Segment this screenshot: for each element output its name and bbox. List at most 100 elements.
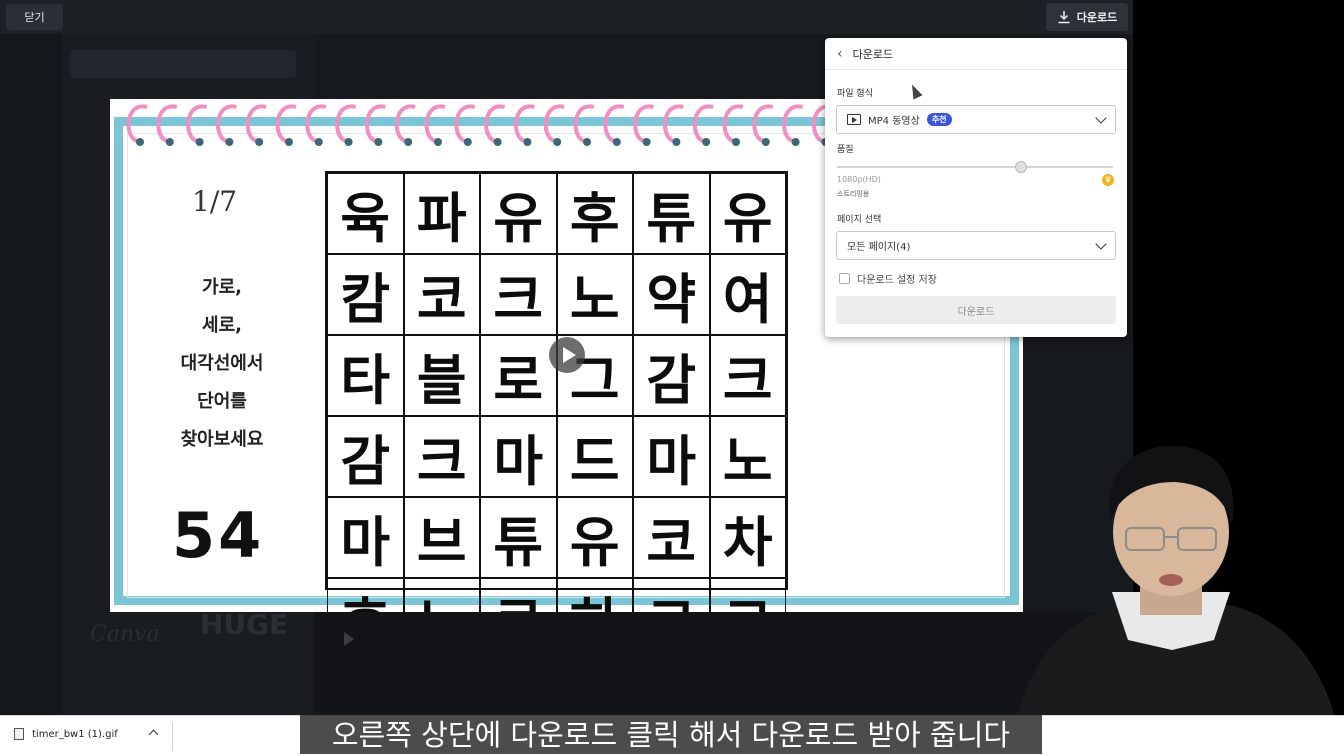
spiral-ring: [156, 104, 178, 143]
instruction-line: 단어를: [197, 391, 247, 412]
file-icon: [14, 728, 24, 740]
spiral-ring: [514, 104, 535, 143]
instruction-line: 대각선에서: [180, 353, 264, 374]
spiral-hole: [136, 138, 144, 146]
spiral-hole: [374, 138, 383, 146]
spiral-ring: [573, 104, 595, 143]
quality-slider-track[interactable]: [837, 166, 1113, 168]
grid-cell: 블: [403, 335, 480, 416]
timeline-play-icon[interactable]: [344, 632, 354, 646]
instruction-line: 찾아보세요: [180, 429, 264, 450]
grid-cell: 후: [556, 173, 633, 254]
spiral-hole: [255, 138, 264, 146]
download-file-item[interactable]: timer_bw1 (1).gif: [14, 728, 118, 740]
grid-cell: 드: [556, 416, 633, 497]
spiral-ring: [722, 104, 744, 143]
chevron-up-icon[interactable]: [148, 729, 159, 740]
spiral-ring: [216, 104, 237, 143]
search-input[interactable]: [70, 50, 296, 78]
spiral-ring: [484, 104, 506, 143]
spiral-ring: [454, 104, 476, 143]
instructions: 가로, 세로, 대각선에서 단어를 찾아보세요: [148, 269, 296, 459]
grid-cell: 마: [327, 497, 404, 578]
spiral-ring: [424, 104, 446, 143]
crown-icon: ♛: [1102, 174, 1114, 186]
grid-cell: 하: [556, 578, 633, 612]
grid-cell: 캄: [327, 254, 404, 335]
left-rail: [0, 34, 62, 715]
spiral-ring: [365, 104, 386, 143]
grid-cell: 차: [709, 497, 786, 578]
grid-cell: 후: [327, 578, 404, 612]
save-settings-row[interactable]: 다운로드 설정 저장: [839, 271, 937, 286]
grid-cell: 약: [633, 254, 710, 335]
quality-slider-knob[interactable]: [1015, 161, 1027, 173]
spiral-ring: [126, 104, 148, 143]
spiral-ring: [603, 104, 625, 143]
spiral-ring: [663, 104, 684, 143]
video-icon: [847, 114, 861, 125]
spiral-hole: [553, 138, 562, 146]
spiral-hole: [314, 138, 323, 146]
spiral-hole: [195, 138, 204, 146]
grid-cell: 로: [480, 578, 557, 612]
quality-label: 품질: [837, 145, 854, 155]
brand-logo-left: Canva: [90, 622, 160, 647]
spiral-hole: [583, 138, 591, 146]
recommended-badge: 추천: [926, 113, 952, 126]
spiral-hole: [344, 138, 353, 146]
play-icon: [562, 347, 576, 363]
grid-cell: 크: [403, 416, 480, 497]
instruction-line: 세로,: [202, 315, 242, 336]
grid-cell: 마: [480, 416, 557, 497]
page-select[interactable]: 모든 페이지(4): [836, 231, 1116, 260]
spiral-hole: [285, 138, 293, 146]
spiral-hole: [434, 138, 442, 146]
spiral-ring: [186, 104, 208, 143]
grid-cell: 여: [709, 254, 786, 335]
grid-cell: 크: [709, 335, 786, 416]
grid-cell: 노: [556, 254, 633, 335]
quality-value: 1080p(HD): [837, 175, 881, 184]
spiral-hole: [702, 138, 711, 146]
panel-download-button[interactable]: 다운로드: [836, 296, 1116, 324]
grid-cell: 파: [403, 173, 480, 254]
grid-cell: 튜: [633, 173, 710, 254]
spiral-hole: [463, 138, 472, 146]
download-panel: ‹ 다운로드 파일 형식 MP4 동영상 추천 품질 ♛ 1080p(HD) 스…: [825, 38, 1127, 337]
spiral-ring: [335, 104, 357, 143]
grid-cell: 로: [480, 335, 557, 416]
page-select-value: 모든 페이지(4): [847, 242, 911, 253]
download-top-label: 다운로드: [1076, 11, 1118, 24]
spiral-hole: [791, 138, 800, 146]
download-top-button[interactable]: 다운로드: [1046, 3, 1128, 31]
spiral-hole: [165, 138, 174, 146]
brand-logo-right: HUGE: [200, 608, 289, 641]
grid-cell: 유: [556, 497, 633, 578]
spiral-hole: [642, 138, 651, 146]
spiral-ring: [782, 104, 804, 143]
save-settings-checkbox[interactable]: [839, 273, 850, 284]
spiral-hole: [761, 138, 770, 146]
chevron-down-icon: [1095, 238, 1107, 250]
grid-cell: 감: [327, 416, 404, 497]
spiral-ring: [305, 104, 327, 143]
countdown-timer: 54: [172, 499, 265, 572]
spiral-hole: [612, 138, 621, 146]
grid-cell: 코: [709, 578, 786, 612]
chevron-down-icon: [1095, 112, 1107, 124]
grid-cell: 브: [403, 497, 480, 578]
grid-cell: 유: [709, 173, 786, 254]
spiral-hole: [672, 138, 681, 146]
spiral-hole: [732, 138, 740, 146]
download-file-name: timer_bw1 (1).gif: [32, 728, 118, 740]
spiral-ring: [543, 104, 565, 143]
play-overlay-button[interactable]: [549, 337, 585, 373]
quality-sub: 스트리밍용: [837, 190, 870, 198]
grid-cell: 감: [633, 335, 710, 416]
file-type-select[interactable]: MP4 동영상 추천: [836, 105, 1116, 134]
back-arrow-icon[interactable]: ‹: [837, 46, 843, 62]
spiral-ring: [275, 104, 297, 143]
grid-cell: 코: [403, 254, 480, 335]
close-button[interactable]: 닫기: [6, 4, 63, 30]
